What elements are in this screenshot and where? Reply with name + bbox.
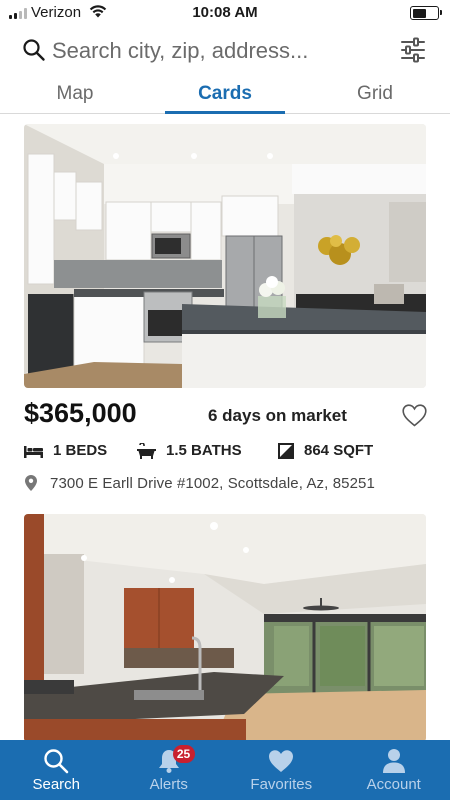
tab-bar-label: Search — [32, 776, 81, 793]
heart-outline-icon[interactable] — [402, 404, 427, 427]
sqft-value: 864 SQFT — [304, 442, 374, 459]
listing-price: $365,000 — [24, 398, 137, 428]
search-icon — [44, 749, 69, 774]
tab-bar-search[interactable]: Search — [0, 740, 113, 800]
tab-bar-account[interactable]: Account — [338, 740, 450, 800]
baths-count: 1.5 BATHS — [166, 442, 242, 459]
search-input[interactable] — [52, 35, 372, 67]
battery-icon — [410, 6, 442, 20]
beds-fact: 1 BEDS — [24, 442, 107, 459]
search-bar — [0, 30, 450, 72]
tab-bar-label: Account — [366, 776, 421, 793]
listing-photo[interactable] — [24, 514, 426, 742]
bed-icon — [24, 445, 43, 458]
tab-grid[interactable]: Grid — [300, 78, 450, 113]
address-row: 7300 E Earll Drive #1002, Scottsdale, Az… — [24, 472, 426, 494]
tab-bar-label: Alerts — [149, 776, 188, 793]
clock: 10:08 AM — [192, 4, 258, 21]
beds-count: 1 BEDS — [53, 442, 108, 459]
sliders-icon[interactable] — [400, 37, 426, 63]
status-bar: Verizon 10:08 AM — [0, 0, 450, 26]
listing-facts: 1 BEDS 1.5 BATHS 864 SQFT — [24, 442, 426, 462]
kitchen-photo — [24, 514, 426, 742]
tab-bar-favorites[interactable]: Favorites — [225, 740, 338, 800]
baths-fact: 1.5 BATHS — [137, 442, 242, 459]
view-tabs: Map Cards Grid — [0, 78, 450, 114]
person-icon — [382, 749, 405, 773]
sqft-fact: 864 SQFT — [278, 442, 373, 459]
listing-photo[interactable] — [24, 124, 426, 388]
tab-bar-alerts[interactable]: 25 Alerts — [113, 740, 226, 800]
days-on-market: 6 days on market — [208, 406, 347, 425]
location-pin-icon — [25, 475, 37, 491]
tab-cards[interactable]: Cards — [150, 78, 300, 114]
tab-bar-label: Favorites — [250, 776, 313, 793]
heart-icon — [269, 750, 294, 772]
tab-map[interactable]: Map — [0, 78, 150, 113]
square-footage-icon — [278, 442, 294, 459]
bottom-tab-bar: Search 25 Alerts Favorites Account — [0, 740, 450, 800]
listing-address: 7300 E Earll Drive #1002, Scottsdale, Az… — [50, 474, 375, 492]
kitchen-photo — [24, 124, 426, 388]
search-icon[interactable] — [22, 38, 46, 62]
bathtub-icon — [137, 442, 156, 459]
alerts-badge: 25 — [172, 745, 195, 763]
